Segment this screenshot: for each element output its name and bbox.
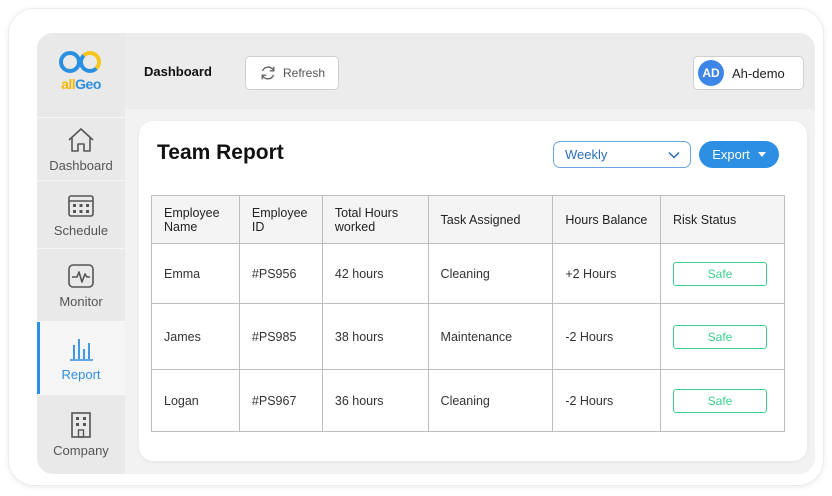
caret-down-icon [757,152,766,157]
hours-balance-cell: +2 Hours [552,243,661,304]
sidebar-item-label: Schedule [53,223,109,238]
column-header[interactable]: Risk Status [660,195,785,244]
sidebar-item-schedule[interactable]: Schedule [37,180,125,248]
calendar-icon [68,195,94,217]
employee-id-cell: #PS956 [238,243,323,304]
sidebar-item-dashboard[interactable]: Dashboard [37,117,125,180]
user-name: Ah-demo [732,65,785,81]
table-row[interactable]: Emma #PS956 42 hours Cleaning +2 Hours S… [151,243,785,304]
device-frame: allGeo Dashboard Schedule Monitor Report… [8,8,824,486]
table-row[interactable]: James #PS985 38 hours Maintenance -2 Hou… [151,303,785,370]
hours-worked-cell: 36 hours [321,369,429,432]
report-card: Team Report Weekly Export Employee Name [139,121,807,461]
column-header[interactable]: Hours Balance [552,195,661,244]
employee-name-cell: Logan [151,369,240,432]
sidebar-item-label: Company [53,443,109,458]
employee-id-cell: #PS967 [238,369,323,432]
page-title: Team Report [157,141,284,164]
building-icon [71,412,91,438]
export-label: Export [712,147,750,162]
bar-chart-icon [70,338,93,361]
column-header[interactable]: Task Assigned [427,195,554,244]
risk-status-cell: Safe [660,303,785,370]
hours-balance-cell: -2 Hours [552,303,661,370]
logo-rings-icon [57,49,105,75]
sidebar-item-label: Dashboard [49,157,113,173]
task-assigned-cell: Maintenance [427,303,554,370]
employee-id-cell: #PS985 [238,303,323,370]
export-button[interactable]: Export [699,141,779,168]
period-select[interactable]: Weekly [553,141,691,168]
employee-name-cell: James [151,303,240,370]
avatar: AD [698,60,724,86]
refresh-button[interactable]: Refresh [245,56,339,90]
sidebar: allGeo Dashboard Schedule Monitor Report… [37,33,125,474]
risk-status-cell: Safe [660,243,785,304]
period-select-value: Weekly [565,147,608,162]
app-window: allGeo Dashboard Schedule Monitor Report… [37,33,815,474]
chevron-down-icon [668,151,680,159]
sidebar-item-label: Monitor [59,293,103,309]
status-badge: Safe [673,324,767,349]
sidebar-item-label: Report [61,366,101,382]
logo-text: allGeo [61,76,101,92]
table-row[interactable]: Logan #PS967 36 hours Cleaning -2 Hours … [151,369,785,432]
employee-name-cell: Emma [151,243,240,304]
status-badge: Safe [673,261,767,286]
top-bar: Dashboard Refresh AD Ah-demo [125,33,815,109]
hours-balance-cell: -2 Hours [552,369,661,432]
column-header[interactable]: Total Hours worked [321,195,429,244]
status-badge: Safe [673,388,767,413]
column-header[interactable]: Employee ID [238,195,323,244]
task-assigned-cell: Cleaning [427,369,554,432]
task-assigned-cell: Cleaning [427,243,554,304]
monitor-icon [68,263,94,288]
table-header-row: Employee Name Employee ID Total Hours wo… [151,195,785,244]
sidebar-item-company[interactable]: Company [37,394,125,474]
sidebar-item-report[interactable]: Report [37,321,125,394]
hours-worked-cell: 42 hours [321,243,429,304]
risk-status-cell: Safe [660,369,785,432]
breadcrumb: Dashboard [144,64,212,79]
user-menu[interactable]: AD Ah-demo [693,56,804,90]
home-icon [68,127,94,152]
hours-worked-cell: 38 hours [321,303,429,370]
team-report-table: Employee Name Employee ID Total Hours wo… [151,195,785,432]
allgeo-logo: allGeo [37,33,125,117]
sidebar-item-monitor[interactable]: Monitor [37,248,125,321]
refresh-label: Refresh [282,66,326,80]
refresh-icon [261,66,275,80]
column-header[interactable]: Employee Name [151,195,240,244]
